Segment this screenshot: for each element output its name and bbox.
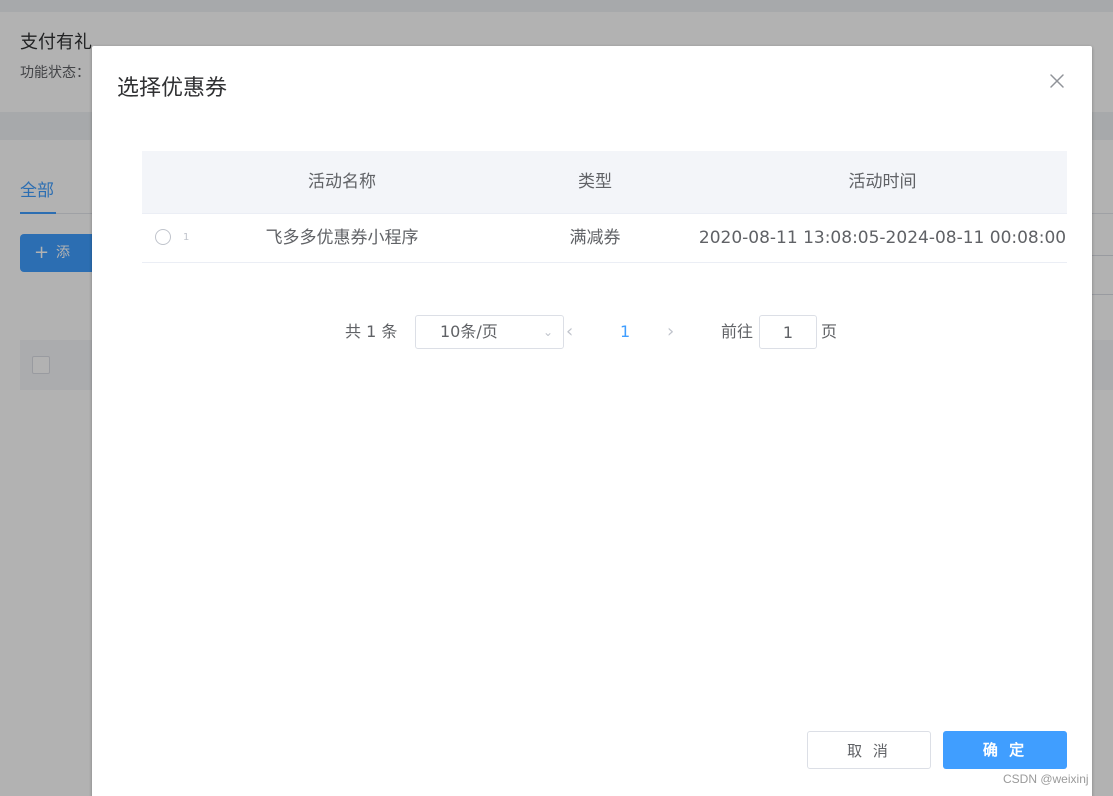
goto-label: 前往 (721, 322, 754, 341)
page-number-current[interactable]: 1 (620, 314, 630, 350)
column-header-type: 类型 (578, 172, 612, 192)
pagination: 共 1 条 10条/页 ⌄ ‹ 1 › 前往 页 (92, 314, 1092, 350)
cell-type: 满减券 (569, 228, 621, 248)
row-radio-label: 1 (183, 232, 190, 243)
pagination-total: 共 1 条 (345, 322, 398, 341)
confirm-button[interactable]: 确 定 (943, 731, 1067, 769)
page-unit-label: 页 (821, 322, 838, 341)
page-size-select[interactable]: 10条/页 ⌄ (415, 315, 564, 349)
table-header: 活动名称 类型 活动时间 (142, 151, 1067, 214)
chevron-down-icon: ⌄ (542, 325, 553, 339)
next-page-icon[interactable]: › (667, 314, 674, 350)
select-coupon-dialog: 选择优惠券 活动名称 类型 活动时间 1 飞多多优惠券小程序 满减券 2020-… (92, 46, 1092, 796)
column-header-time: 活动时间 (848, 172, 917, 192)
watermark: CSDN @weixinj (1003, 772, 1089, 786)
cell-time: 2020-08-11 13:08:05-2024-08-11 00:08:00 (698, 228, 1067, 248)
column-header-name: 活动名称 (308, 172, 376, 192)
close-icon[interactable] (1048, 72, 1066, 90)
dialog-title: 选择优惠券 (117, 76, 228, 101)
cell-name: 飞多多优惠券小程序 (265, 228, 419, 248)
cancel-button[interactable]: 取 消 (807, 731, 931, 769)
row-radio[interactable] (155, 229, 171, 245)
page-size-value: 10条/页 (440, 322, 498, 341)
goto-page-input[interactable] (759, 315, 817, 349)
coupon-table: 活动名称 类型 活动时间 1 飞多多优惠券小程序 满减券 2020-08-11 … (142, 151, 1067, 263)
prev-page-icon[interactable]: ‹ (566, 314, 573, 350)
table-row[interactable]: 1 飞多多优惠券小程序 满减券 2020-08-11 13:08:05-2024… (142, 214, 1067, 263)
